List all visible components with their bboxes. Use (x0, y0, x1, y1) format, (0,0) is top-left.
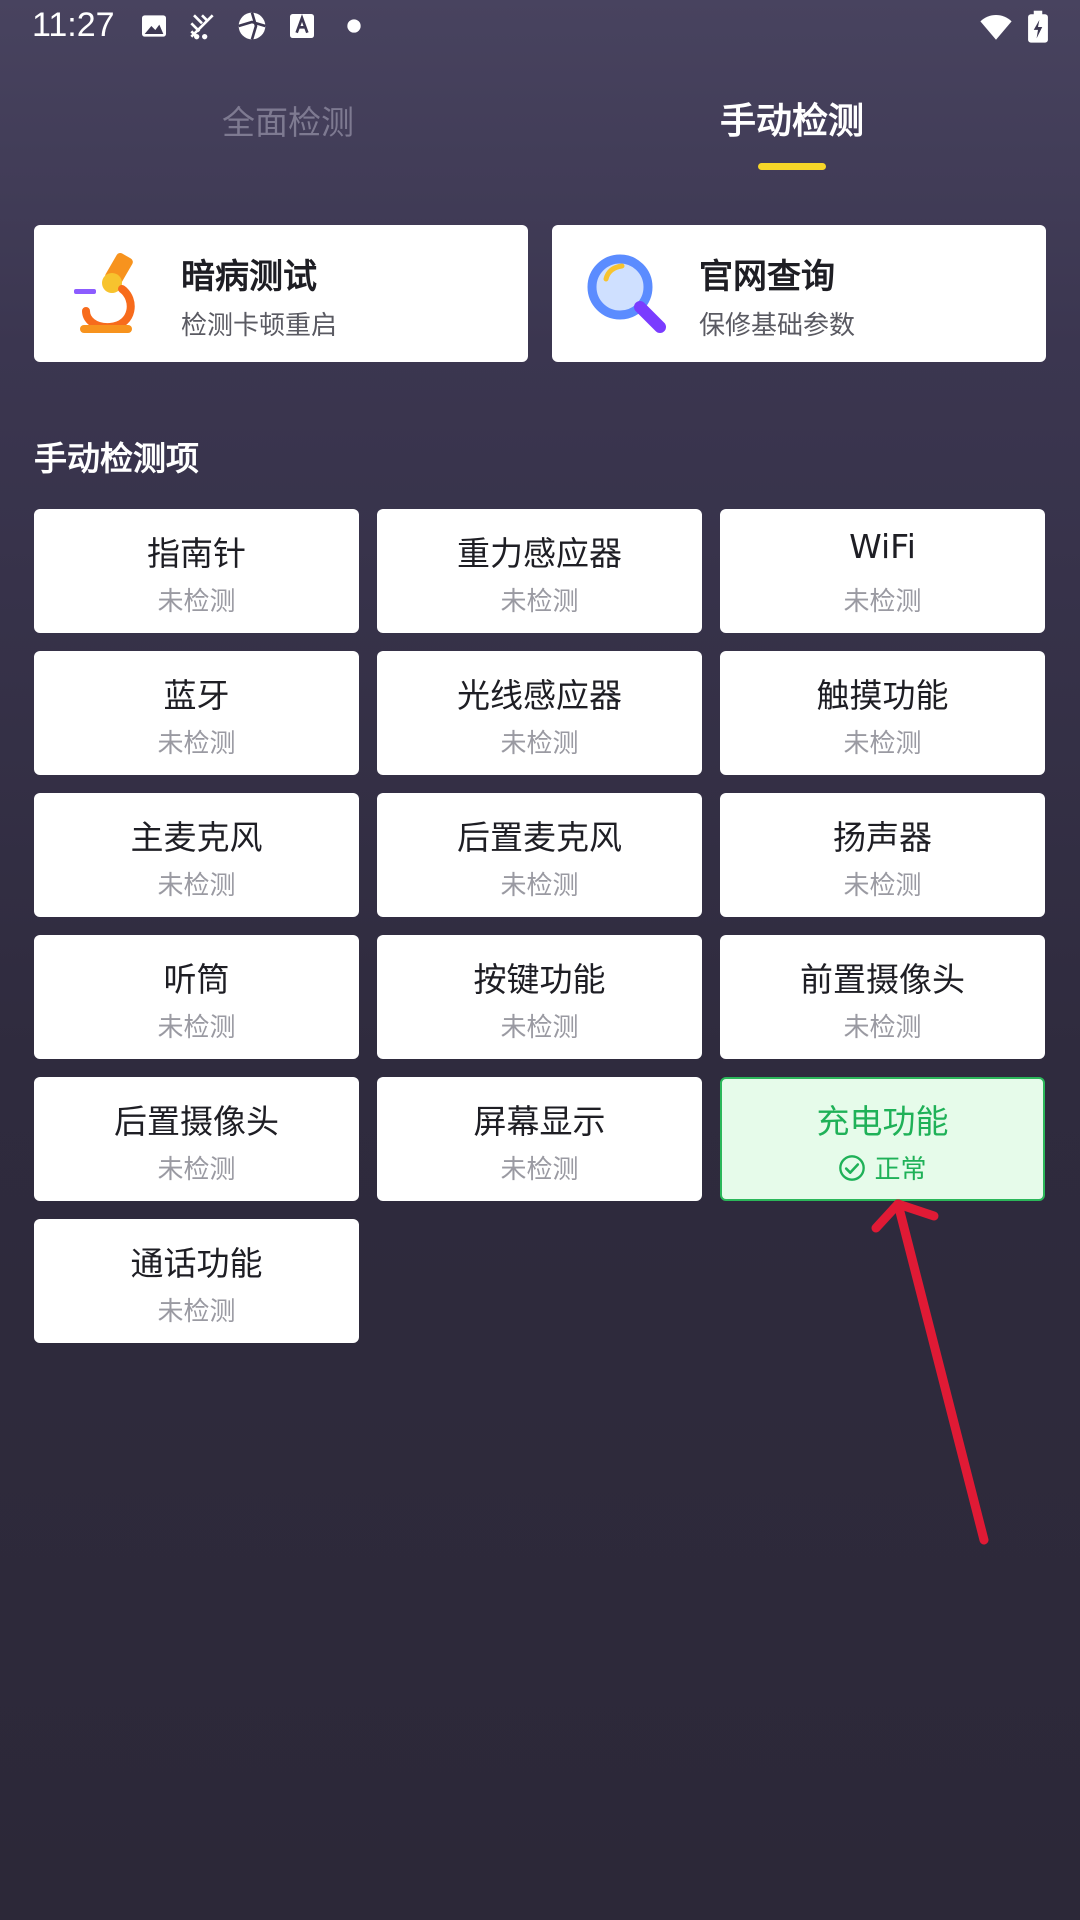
item-label: 听筒 (163, 960, 230, 999)
item-label: 前置摄像头 (800, 960, 965, 999)
check-circle-icon (838, 1154, 866, 1182)
magnifier-icon (582, 249, 672, 339)
official-site-query-card[interactable]: 官网查询 保修基础参数 (552, 225, 1046, 362)
item-status: 未检测 (843, 587, 922, 617)
item-label: 屏幕显示 (473, 1102, 606, 1141)
item-status: 未检测 (500, 1013, 579, 1043)
check-item-earpiece[interactable]: 听筒 未检测 (34, 935, 359, 1059)
item-status: 未检测 (157, 1297, 236, 1327)
item-label: WiFi (849, 527, 916, 566)
card-title: 官网查询 (699, 257, 835, 297)
item-status: 未检测 (157, 1155, 236, 1185)
check-item-rear-mic[interactable]: 后置麦克风 未检测 (377, 793, 702, 917)
status-bar: 11:27 (0, 0, 1080, 56)
item-status: 未检测 (500, 1155, 579, 1185)
item-status: 未检测 (157, 871, 236, 901)
check-item-gravity-sensor[interactable]: 重力感应器 未检测 (377, 509, 702, 633)
tab-manual-check[interactable]: 手动检测 (692, 92, 892, 142)
battery-charging-icon (1026, 10, 1050, 44)
check-item-call[interactable]: 通话功能 未检测 (34, 1219, 359, 1343)
item-label: 后置摄像头 (114, 1102, 279, 1141)
item-status: 未检测 (843, 871, 922, 901)
check-item-compass[interactable]: 指南针 未检测 (34, 509, 359, 633)
item-label: 主麦克风 (130, 818, 263, 857)
item-label: 光线感应器 (457, 676, 622, 715)
item-label: 触摸功能 (816, 676, 949, 715)
status-text: 正常 (874, 1155, 927, 1185)
card-title: 暗病测试 (181, 257, 317, 297)
fan-icon (186, 10, 218, 42)
item-label: 重力感应器 (457, 534, 622, 573)
manual-check-grid: 指南针 未检测 重力感应器 未检测 WiFi 未检测 蓝牙 未检测 光线感应器 … (34, 509, 1046, 1343)
check-item-buttons[interactable]: 按键功能 未检测 (377, 935, 702, 1059)
item-status: 未检测 (157, 587, 236, 617)
wifi-icon (978, 10, 1014, 44)
item-label: 指南针 (147, 534, 246, 573)
item-label: 按键功能 (473, 960, 606, 999)
item-status: 未检测 (157, 729, 236, 759)
card-subtitle: 检测卡顿重启 (181, 311, 338, 341)
item-status-ok: 正常 (722, 1149, 1043, 1186)
check-item-main-mic[interactable]: 主麦克风 未检测 (34, 793, 359, 917)
check-item-touch[interactable]: 触摸功能 未检测 (720, 651, 1045, 775)
card-subtitle: 保修基础参数 (699, 311, 856, 341)
dot-icon (338, 10, 370, 42)
active-tab-indicator (758, 163, 826, 170)
hidden-issue-test-card[interactable]: 暗病测试 检测卡顿重启 (34, 225, 528, 362)
item-status: 未检测 (500, 729, 579, 759)
image-icon (138, 10, 170, 42)
check-item-speaker[interactable]: 扬声器 未检测 (720, 793, 1045, 917)
item-status: 未检测 (843, 1013, 922, 1043)
item-status: 未检测 (843, 729, 922, 759)
item-label: 充电功能 (816, 1102, 949, 1141)
section-title: 手动检测项 (34, 439, 199, 478)
check-item-charging[interactable]: 充电功能 正常 (720, 1077, 1045, 1201)
check-item-bluetooth[interactable]: 蓝牙 未检测 (34, 651, 359, 775)
check-item-wifi[interactable]: WiFi 未检测 (720, 509, 1045, 633)
item-label: 蓝牙 (163, 676, 230, 715)
check-item-light-sensor[interactable]: 光线感应器 未检测 (377, 651, 702, 775)
status-time: 11:27 (32, 6, 115, 44)
check-item-rear-camera[interactable]: 后置摄像头 未检测 (34, 1077, 359, 1201)
font-icon (286, 10, 318, 42)
item-label: 扬声器 (833, 818, 932, 857)
item-label: 后置麦克风 (457, 818, 622, 857)
check-item-screen-display[interactable]: 屏幕显示 未检测 (377, 1077, 702, 1201)
item-status: 未检测 (500, 871, 579, 901)
item-label: 通话功能 (130, 1244, 263, 1283)
tab-full-check[interactable]: 全面检测 (188, 96, 388, 146)
check-item-front-camera[interactable]: 前置摄像头 未检测 (720, 935, 1045, 1059)
microscope-icon (64, 249, 154, 339)
aperture-icon (236, 10, 268, 42)
item-status: 未检测 (157, 1013, 236, 1043)
item-status: 未检测 (500, 587, 579, 617)
